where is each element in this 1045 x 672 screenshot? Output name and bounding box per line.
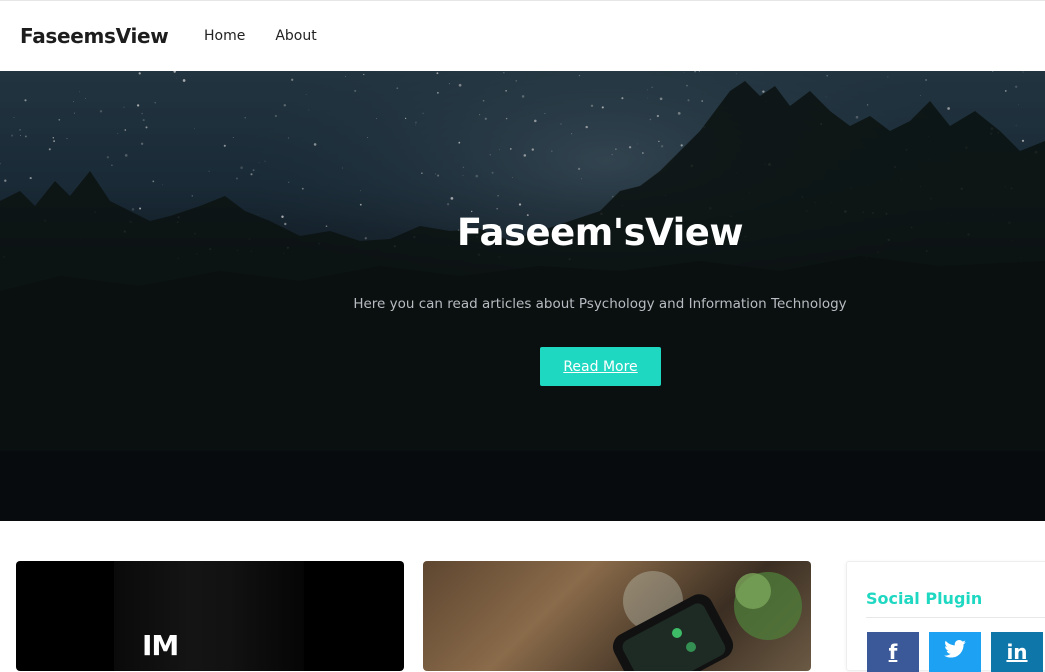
facebook-icon: f	[888, 640, 898, 664]
nav-about-link[interactable]: About	[275, 28, 316, 44]
hero-subtitle: Here you can read articles about Psychol…	[353, 296, 847, 312]
hero-banner: Faseem'sView Here you can read articles …	[0, 71, 1045, 521]
read-more-button[interactable]: Read More	[540, 347, 661, 386]
widget-title: Social Plugin	[866, 589, 983, 608]
twitter-button[interactable]	[929, 632, 981, 672]
main-nav: Home About	[204, 28, 317, 44]
facebook-button[interactable]: f	[867, 632, 919, 672]
twitter-icon	[944, 640, 966, 658]
linkedin-icon: in	[1006, 640, 1028, 664]
post-thumbnail-text: IM	[142, 629, 179, 662]
nav-home-link[interactable]: Home	[204, 28, 245, 44]
site-header: FaseemsView Home About	[0, 0, 1045, 71]
widget-divider	[866, 617, 1045, 618]
linkedin-button[interactable]: in	[991, 632, 1043, 672]
hero-title: Faseem'sView	[456, 211, 744, 254]
brand-logo[interactable]: FaseemsView	[20, 24, 169, 48]
